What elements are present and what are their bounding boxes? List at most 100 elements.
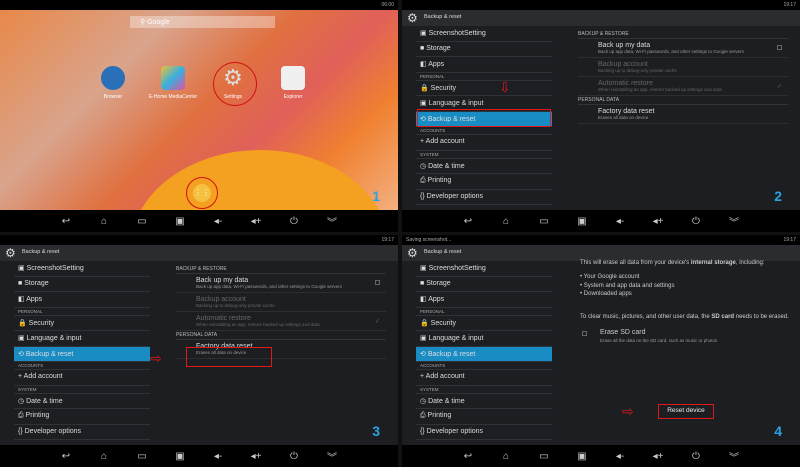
home-icon[interactable]: ⌂ xyxy=(499,451,513,462)
back-icon[interactable]: ↩ xyxy=(59,216,73,227)
setting-item[interactable]: Backup account Backing up to debug-only p… xyxy=(578,58,788,77)
screenshot-icon[interactable]: ▣ xyxy=(173,451,187,462)
sidebar-item[interactable]: + Add account xyxy=(14,370,150,386)
sd-text: To clear music, pictures, and other user… xyxy=(580,313,790,321)
erase-confirmation: This will erase all data from your devic… xyxy=(580,259,790,347)
sidebar-icon: ◧ xyxy=(420,296,429,303)
app-explorer[interactable]: Explorer xyxy=(263,66,323,100)
sidebar-item[interactable]: ▣ Language & input xyxy=(416,331,552,347)
setting-item[interactable]: Back up my data Back up app data, Wi-Fi p… xyxy=(578,39,788,58)
power-icon[interactable]: ⏻ xyxy=(689,451,703,462)
setting-title: Backup account xyxy=(196,296,246,303)
sidebar-item[interactable]: ■ Storage xyxy=(416,277,552,292)
sidebar-item[interactable]: + Add account xyxy=(416,135,552,151)
sidebar-item[interactable]: 🔒 Security xyxy=(416,81,552,96)
volume-down-icon[interactable]: ◂- xyxy=(211,451,225,462)
sidebar-item[interactable]: ◧ Apps xyxy=(416,57,552,73)
screenshot-icon[interactable]: ▣ xyxy=(173,216,187,227)
back-icon[interactable]: ↩ xyxy=(461,216,475,227)
status-text: Saving screenshot... xyxy=(406,237,452,243)
sidebar-item[interactable]: ⎙ Printing xyxy=(416,174,552,190)
recents-icon[interactable]: ▭ xyxy=(135,451,149,462)
setting-item[interactable]: Automatic restore When reinstalling an ap… xyxy=(176,312,386,331)
sidebar-item[interactable]: ⟲ Backup & reset xyxy=(14,346,150,362)
volume-up-icon[interactable]: ◂+ xyxy=(249,451,263,462)
setting-desc: Back up app data, Wi-Fi passwords, and o… xyxy=(598,49,744,54)
home-icon[interactable]: ⌂ xyxy=(499,216,513,227)
reset-device-button[interactable]: Reset device xyxy=(658,404,714,419)
sidebar-icon: ⎙ xyxy=(420,412,428,419)
sidebar-item[interactable]: ⎙ Printing xyxy=(14,409,150,425)
home-icon[interactable]: ⌂ xyxy=(97,451,111,462)
erase-sd-checkbox[interactable] xyxy=(582,330,587,336)
sidebar-item[interactable]: ▣ ScreenshotSetting xyxy=(416,261,552,277)
sidebar-item[interactable]: ■ Storage xyxy=(14,277,150,292)
sd-bold: SD card xyxy=(711,313,735,320)
sidebar-item[interactable]: {} Developer options xyxy=(14,425,150,440)
setting-item[interactable]: Automatic restore When reinstalling an ap… xyxy=(578,77,788,96)
sidebar-item[interactable]: ▣ ScreenshotSetting xyxy=(416,26,552,42)
collapse-icon[interactable]: ︾ xyxy=(727,214,741,229)
setting-title: Automatic restore xyxy=(598,80,653,87)
sidebar-label: Developer options xyxy=(426,427,484,435)
sidebar-item[interactable]: ◷ Date & time xyxy=(416,159,552,174)
volume-down-icon[interactable]: ◂- xyxy=(613,216,627,227)
settings-sidebar: ▣ ScreenshotSetting ■ Storage ◧ Apps PERSON… xyxy=(14,261,150,440)
sidebar-item[interactable]: 🔒 Security xyxy=(14,316,150,331)
home-icon[interactable]: ⌂ xyxy=(97,216,111,227)
setting-item[interactable]: Backup account Backing up to debug-only p… xyxy=(176,293,386,312)
checkbox[interactable] xyxy=(777,45,782,50)
setting-item[interactable]: Back up my data Back up app data, Wi-Fi p… xyxy=(176,274,386,293)
arrow-right-icon: ⇨ xyxy=(150,350,162,366)
sidebar-item[interactable]: ▣ ScreenshotSetting xyxy=(14,261,150,277)
erase-sd-option[interactable]: Erase SD card Erase all the data on the S… xyxy=(580,325,790,347)
screenshot-icon[interactable]: ▣ xyxy=(575,216,589,227)
box-icon xyxy=(281,66,305,90)
back-icon[interactable]: ↩ xyxy=(461,451,475,462)
arrow-down-icon: ⇩ xyxy=(499,79,511,95)
section-header: PERSONAL DATA xyxy=(176,331,386,340)
volume-up-icon[interactable]: ◂+ xyxy=(249,216,263,227)
sidebar-icon: ▣ xyxy=(420,30,429,37)
app-label: Explorer xyxy=(283,94,303,100)
collapse-icon[interactable]: ︾ xyxy=(727,449,741,464)
sidebar-item[interactable]: ◷ Date & time xyxy=(14,394,150,409)
sidebar-item[interactable]: + Add account xyxy=(416,370,552,386)
sidebar-label: SYSTEM xyxy=(420,151,439,157)
power-icon[interactable]: ⏻ xyxy=(287,216,301,227)
google-search-bar[interactable]: ⚲ Google xyxy=(130,16,275,28)
highlight-box xyxy=(186,347,272,367)
power-icon[interactable]: ⏻ xyxy=(287,451,301,462)
sidebar-item[interactable]: ◧ Apps xyxy=(14,292,150,308)
factory-reset-item[interactable]: Factory data reset Erases all data on dev… xyxy=(578,105,788,124)
app-mediacenter[interactable]: E-Home MediaCenter xyxy=(143,66,203,100)
sidebar-item[interactable]: ◧ Apps xyxy=(416,292,552,308)
sidebar-item[interactable]: ▣ Language & input xyxy=(14,331,150,347)
app-browser[interactable]: Browser xyxy=(83,66,143,100)
sidebar-item[interactable]: {} Developer options xyxy=(416,425,552,440)
sidebar-item[interactable]: ■ Storage xyxy=(416,42,552,57)
sidebar-item[interactable]: {} Developer options xyxy=(416,190,552,205)
screenshot-icon[interactable]: ▣ xyxy=(575,451,589,462)
sidebar-label: Date & time xyxy=(428,162,465,170)
recents-icon[interactable]: ▭ xyxy=(537,216,551,227)
nav-bar: ↩ ⌂ ▭ ▣ ◂- ◂+ ⏻ ︾ xyxy=(402,445,800,467)
sidebar-item[interactable]: ⟲ Backup & reset xyxy=(416,346,552,362)
volume-up-icon[interactable]: ◂+ xyxy=(651,451,665,462)
setting-desc: Erases all data on device xyxy=(598,115,649,120)
sidebar-item[interactable]: ⎙ Printing xyxy=(416,409,552,425)
sidebar-item[interactable]: 🔒 Security xyxy=(416,316,552,331)
volume-down-icon[interactable]: ◂- xyxy=(613,451,627,462)
volume-down-icon[interactable]: ◂- xyxy=(211,216,225,227)
back-icon[interactable]: ↩ xyxy=(59,451,73,462)
volume-up-icon[interactable]: ◂+ xyxy=(651,216,665,227)
intro-text: This will erase all data from your devic… xyxy=(580,259,790,267)
sidebar-item[interactable]: ◷ Date & time xyxy=(416,394,552,409)
recents-icon[interactable]: ▭ xyxy=(537,451,551,462)
checkbox[interactable] xyxy=(375,280,380,285)
recents-icon[interactable]: ▭ xyxy=(135,216,149,227)
sidebar-label: Add account xyxy=(425,373,465,380)
collapse-icon[interactable]: ︾ xyxy=(325,214,339,229)
collapse-icon[interactable]: ︾ xyxy=(325,449,339,464)
power-icon[interactable]: ⏻ xyxy=(689,216,703,227)
